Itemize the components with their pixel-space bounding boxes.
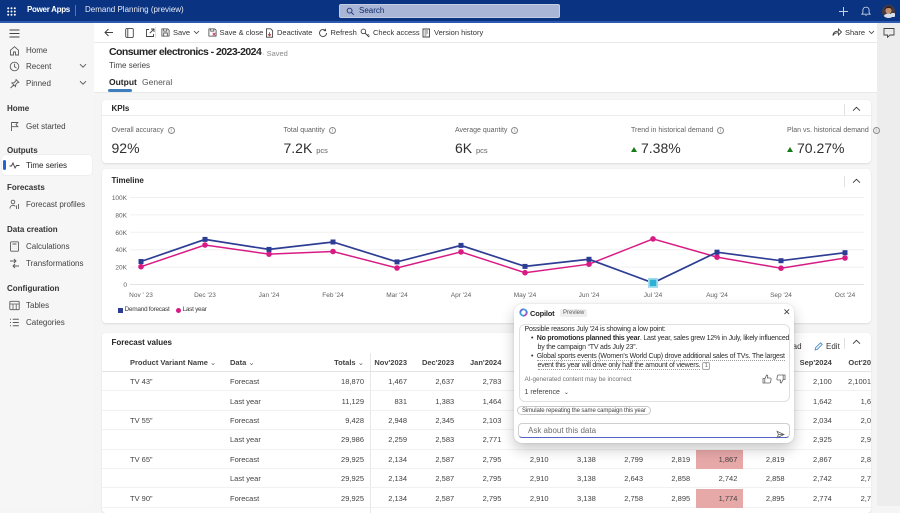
svg-text:80K: 80K [115,212,127,219]
svg-text:Jan '24: Jan '24 [259,292,280,299]
svg-text:Aug '24: Aug '24 [706,292,728,299]
svg-text:Jun '24: Jun '24 [579,292,600,299]
svg-text:100K: 100K [112,195,128,202]
svg-text:20K: 20K [115,265,127,272]
svg-text:Apr '24: Apr '24 [451,292,472,299]
svg-text:Dec '23: Dec '23 [194,292,216,299]
svg-text:Jul '24: Jul '24 [644,292,663,299]
svg-text:May '24: May '24 [514,292,537,299]
svg-text:40K: 40K [115,247,127,254]
svg-text:60K: 60K [115,230,127,237]
svg-text:Nov ' 23: Nov ' 23 [129,292,153,299]
svg-text:Sep '24: Sep '24 [770,292,792,299]
svg-text:Feb '24: Feb '24 [322,292,344,299]
svg-text:Mar '24: Mar '24 [386,292,408,299]
svg-text:0: 0 [123,282,127,289]
svg-text:Oct '24: Oct '24 [835,292,856,299]
